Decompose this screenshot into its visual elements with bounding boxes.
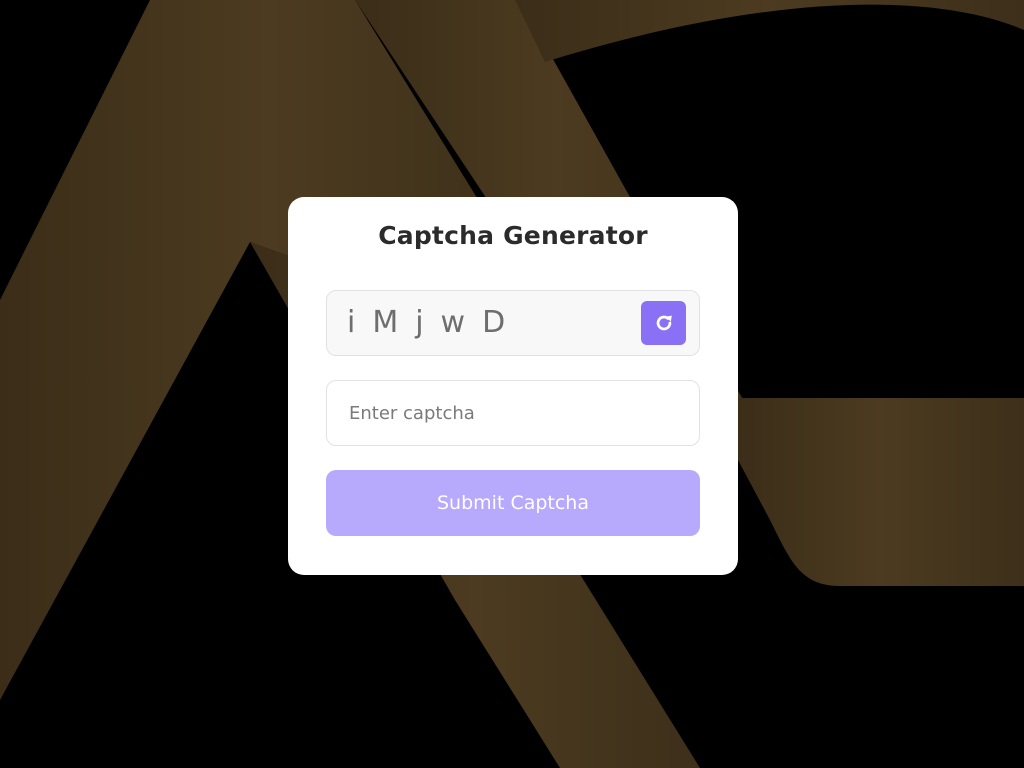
refresh-captcha-button[interactable] — [641, 301, 686, 345]
page-title: Captcha Generator — [378, 221, 648, 250]
refresh-icon — [656, 315, 672, 331]
captcha-code: iMjwD — [347, 305, 523, 340]
captcha-input[interactable] — [326, 380, 700, 446]
captcha-display: iMjwD — [326, 290, 700, 356]
page-background: Captcha Generator iMjwD Submit Captcha — [0, 0, 1024, 768]
captcha-card: Captcha Generator iMjwD Submit Captcha — [288, 197, 738, 575]
submit-captcha-button[interactable]: Submit Captcha — [326, 470, 700, 536]
